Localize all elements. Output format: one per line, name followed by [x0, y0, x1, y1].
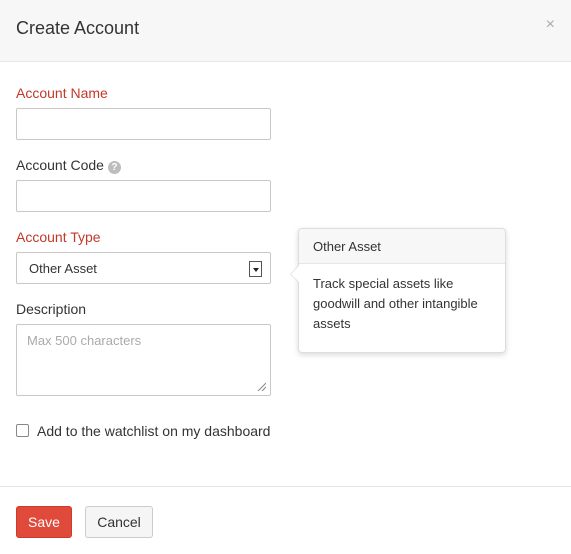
chevron-down-icon[interactable] [249, 261, 262, 277]
create-account-dialog: Create Account × Account Name Account Co… [0, 0, 571, 554]
description-placeholder: Max 500 characters [27, 333, 142, 348]
close-icon[interactable]: × [546, 16, 555, 34]
account-code-input[interactable] [16, 180, 271, 212]
account-code-label: Account Code [16, 157, 104, 173]
description-label: Description [16, 301, 87, 317]
watchlist-checkbox[interactable] [16, 424, 29, 437]
tooltip-title: Other Asset [299, 229, 505, 264]
account-type-select[interactable]: Other Asset [16, 252, 271, 284]
dialog-title: Create Account [16, 18, 140, 38]
description-textarea[interactable]: Max 500 characters [16, 324, 271, 396]
account-code-label-row: Account Code? [16, 157, 121, 174]
account-name-input[interactable] [16, 108, 271, 140]
tooltip-caret-fill [291, 266, 299, 282]
dialog-header: Create Account × [0, 0, 571, 62]
account-type-tooltip: Other Asset Track special assets like go… [290, 228, 506, 353]
resize-grip-icon[interactable] [256, 381, 266, 391]
watchlist-checkbox-row[interactable]: Add to the watchlist on my dashboard [16, 423, 270, 439]
account-type-label: Account Type [16, 229, 101, 245]
save-button[interactable]: Save [16, 506, 72, 538]
watchlist-label: Add to the watchlist on my dashboard [37, 423, 271, 439]
tooltip-body: Track special assets like goodwill and o… [313, 276, 478, 331]
cancel-button[interactable]: Cancel [85, 506, 153, 538]
question-circle-icon[interactable]: ? [107, 161, 121, 174]
account-name-label: Account Name [16, 85, 108, 101]
account-type-selected-value: Other Asset [29, 261, 97, 276]
